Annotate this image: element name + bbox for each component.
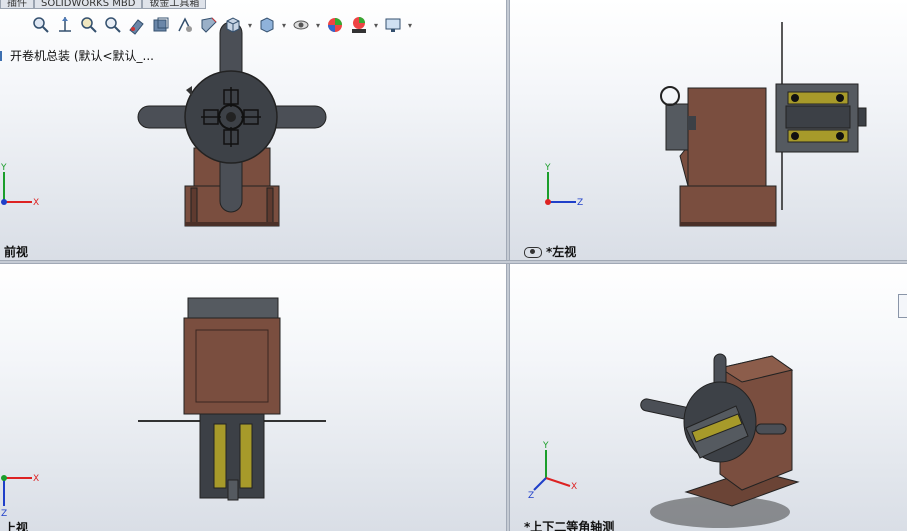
zoom-to-fit-icon[interactable] [30, 14, 52, 36]
view-selector-icon[interactable] [126, 14, 148, 36]
tab-sheetmetal[interactable]: 钣金工具箱 [142, 0, 207, 9]
left-view-model [660, 22, 867, 227]
monitor-icon[interactable] [382, 14, 404, 36]
feature-tree-root[interactable]: 开卷机总装 (默认<默认_... [0, 47, 154, 64]
iso-view-label: *上下二等角轴测 [524, 520, 615, 531]
axis-x-label: X [33, 474, 39, 484]
view-eye-icon[interactable] [524, 247, 542, 258]
triad-left: Y Z [544, 163, 583, 208]
tab-addins[interactable]: 插件 [0, 0, 34, 9]
top-view-model [138, 297, 326, 501]
viewport-splitter-vertical[interactable] [506, 0, 510, 531]
edit-appearance-icon[interactable] [198, 14, 220, 36]
command-manager-tabs: 插件 SOLIDWORKS MBD 钣金工具箱 [0, 0, 207, 10]
axis-y-label: Y [544, 163, 551, 173]
front-view-model [137, 21, 327, 227]
chevron-down-icon[interactable]: ▾ [314, 21, 322, 30]
axis-z-label: Z [1, 509, 7, 516]
top-view-label: 上视 [4, 521, 29, 531]
left-view-label: *左视 [524, 243, 576, 260]
viewport-iso[interactable]: *上下二等角轴测 Y X Z [510, 264, 907, 531]
axis-y-label: Y [542, 441, 549, 451]
axis-x-label: X [571, 482, 577, 492]
viewport-left[interactable]: *左视 Y Z [510, 0, 907, 260]
viewport-splitter-horizontal[interactable] [0, 260, 907, 264]
hide-show-icon[interactable] [174, 14, 196, 36]
chevron-down-icon[interactable]: ▾ [246, 21, 254, 30]
axis-z-label: Z [577, 198, 583, 208]
triad-front: Y X [0, 163, 39, 208]
assembly-icon [0, 50, 8, 61]
cube-icon[interactable] [222, 14, 244, 36]
previous-view-icon[interactable] [78, 14, 100, 36]
heads-up-view-toolbar: ▾ ▾ ▾ ▾ ▾ [30, 12, 414, 38]
appearance-ball-icon[interactable] [324, 14, 346, 36]
chevron-down-icon[interactable]: ▾ [406, 21, 414, 30]
front-view-label: 前视 [4, 245, 29, 259]
axis-z-label: Z [528, 491, 534, 500]
tab-mbd[interactable]: SOLIDWORKS MBD [34, 0, 143, 9]
eye-icon[interactable] [290, 14, 312, 36]
chevron-down-icon[interactable]: ▾ [280, 21, 288, 30]
viewport-front[interactable]: 前视 Y X [0, 0, 506, 260]
axis-x-label: X [33, 198, 39, 208]
panel-expand-tab[interactable] [898, 294, 907, 318]
chevron-down-icon[interactable]: ▾ [372, 21, 380, 30]
section-view-icon[interactable] [102, 14, 124, 36]
display-style-icon[interactable] [150, 14, 172, 36]
viewport-top[interactable]: 上视 X Z [0, 264, 506, 531]
feature-tree-root-label: 开卷机总装 (默认<默认_... [10, 49, 154, 63]
scene-icon[interactable] [348, 14, 370, 36]
triad-iso: Y X Z [528, 441, 577, 500]
triad-top: X Z [1, 474, 39, 516]
display-cube-icon[interactable] [256, 14, 278, 36]
zoom-area-icon[interactable] [54, 14, 76, 36]
axis-y-label: Y [0, 163, 7, 173]
